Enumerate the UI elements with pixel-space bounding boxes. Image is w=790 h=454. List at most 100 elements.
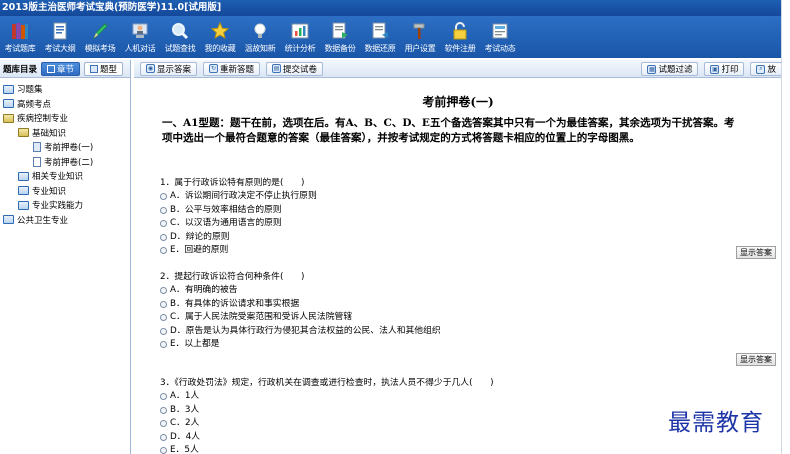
tab-label: 题型: [100, 64, 118, 75]
toolbar-review[interactable]: 温故知新: [240, 16, 280, 58]
option-text: D．辩论的原则: [170, 231, 230, 242]
tree-node[interactable]: 公共卫生专业: [0, 213, 130, 228]
tree-node[interactable]: 相关专业知识: [0, 169, 130, 184]
tab-chapters[interactable]: 章节: [41, 61, 81, 76]
toolbar-find[interactable]: 试题查找: [160, 16, 200, 58]
answer-option[interactable]: A．有明确的被告: [160, 284, 441, 298]
paper-title: 考前押卷(一): [422, 95, 494, 109]
filter-icon: ▦: [647, 64, 657, 74]
paper-content: 考前押卷(一) 一、A1型题：题干在前，选项在后。有A、B、C、D、E五个备选答…: [134, 79, 781, 454]
answer-option[interactable]: A．诉讼期间行政决定不停止执行原则: [160, 190, 317, 204]
toolbar-syllabus[interactable]: 考试大纲: [40, 16, 80, 58]
toolbar-label: 用户设置: [404, 44, 436, 53]
print-button[interactable]: ▣ 打印: [704, 62, 745, 76]
pencil-icon: [89, 20, 111, 42]
radio-button[interactable]: [160, 300, 167, 308]
folder-open-icon: [18, 128, 29, 138]
answer-option[interactable]: C．以汉语为通用语言的原则: [160, 217, 317, 231]
toolbar-label: 数据备份: [324, 44, 356, 53]
question-3: 3．《行政处罚法》规定，行政机关在调查或进行检查时，执法人员不得少于几人( ) A…: [160, 376, 494, 454]
answer-option[interactable]: B．有具体的诉讼请求和事实根据: [160, 298, 441, 312]
app-window: 2013版主治医师考试宝典(预防医学)11.0[试用版] 考试题库 考试大纲 模…: [0, 0, 782, 454]
radio-button[interactable]: [160, 393, 167, 401]
magnifier-icon: ⌕: [756, 64, 766, 74]
tab-question-types[interactable]: 题型: [84, 61, 124, 76]
toolbar-register[interactable]: 软件注册: [440, 16, 480, 58]
toolbar-mock-exam[interactable]: 模拟考场: [80, 16, 120, 58]
tree-node-label: 基础知识: [32, 128, 67, 139]
toolbar-restore[interactable]: 数据还原: [360, 16, 400, 58]
left-tabs: 题库目录 章节 题型: [0, 60, 130, 78]
radio-button[interactable]: [160, 193, 167, 201]
radio-button[interactable]: [160, 341, 167, 349]
show-answer-button[interactable]: ◉ 显示答案: [140, 61, 198, 76]
tree-node-label: 习题集: [17, 85, 43, 96]
answer-option[interactable]: D．4人: [160, 431, 494, 445]
toolbar-label: 考试题库: [4, 44, 36, 53]
tree-node[interactable]: 考前押卷(二): [0, 155, 130, 170]
tree-node[interactable]: 高频考点: [0, 97, 130, 112]
tree-node-label: 高频考点: [17, 99, 52, 110]
submit-icon: ▤: [272, 64, 282, 73]
answer-option[interactable]: E．5人: [160, 444, 494, 454]
question-1: 1．属于行政诉讼特有原则的是( ) A．诉讼期间行政决定不停止执行原则 B．公平与效…: [160, 176, 317, 258]
button-label: 试题过滤: [658, 65, 693, 75]
star-icon: [209, 20, 231, 42]
radio-button[interactable]: [160, 420, 167, 428]
answer-option[interactable]: E．以上都是: [160, 338, 441, 352]
show-answer-button[interactable]: 显示答案: [736, 353, 776, 366]
answer-option[interactable]: D．原告是认为具体行政行为侵犯其合法权益的公民、法人和其他组织: [160, 325, 441, 339]
toolbar-label: 统计分析: [284, 44, 316, 53]
document-icon: [33, 142, 41, 153]
toolbar-question-bank[interactable]: 考试题库: [0, 16, 40, 58]
answer-option[interactable]: E．回避的原则: [160, 244, 317, 258]
toolbar-user-settings[interactable]: 用户设置: [400, 16, 440, 58]
left-panel: 题库目录 章节 题型 习题集高频考点 疾病控制专业基础知识 考前押卷(一) 考前押卷(…: [0, 60, 131, 454]
answer-option[interactable]: A．1人: [160, 390, 494, 404]
option-text: B．3人: [170, 404, 200, 415]
answer-option[interactable]: C．2人: [160, 417, 494, 431]
tree-node[interactable]: 习题集: [0, 82, 130, 97]
folder-icon: [3, 99, 14, 109]
toolbar-backup[interactable]: 数据备份: [320, 16, 360, 58]
radio-button[interactable]: [160, 287, 167, 295]
filter-button[interactable]: ▦ 试题过滤: [641, 62, 699, 76]
radio-button[interactable]: [160, 247, 167, 255]
toolbar-exam-news[interactable]: 考试动态: [480, 16, 520, 58]
answer-option[interactable]: B．3人: [160, 404, 494, 418]
radio-button[interactable]: [160, 433, 167, 441]
toolbar-label: 我的收藏: [204, 44, 236, 53]
folder-icon: [18, 186, 29, 196]
tree-node[interactable]: 专业实践能力: [0, 198, 130, 213]
toolbar-label: 人机对话: [124, 44, 156, 53]
folder-open-icon: [3, 113, 14, 123]
radio-button[interactable]: [160, 327, 167, 335]
toolbar-label: 数据还原: [364, 44, 396, 53]
option-text: B．公平与效率相结合的原则: [170, 204, 282, 215]
toolbar-statistics[interactable]: 统计分析: [280, 16, 320, 58]
radio-button[interactable]: [160, 447, 167, 454]
option-text: D．4人: [170, 431, 200, 442]
tree-node[interactable]: 疾病控制专业: [0, 111, 130, 126]
answer-option[interactable]: C．属于人民法院受案范围和受诉人民法院管辖: [160, 311, 441, 325]
zoom-button[interactable]: ⌕ 放: [750, 62, 781, 76]
radio-button[interactable]: [160, 314, 167, 322]
reanswer-button[interactable]: ↻ 重新答题: [203, 61, 261, 76]
printer-icon: ▣: [710, 64, 720, 74]
bar-chart-icon: [289, 20, 311, 42]
toolbar-favorites[interactable]: 我的收藏: [200, 16, 240, 58]
folder-icon: [3, 215, 14, 225]
show-answer-button[interactable]: 显示答案: [736, 246, 776, 259]
tree-node[interactable]: 基础知识: [0, 126, 130, 141]
document-icon: [33, 156, 41, 167]
tree-node[interactable]: 专业知识: [0, 184, 130, 199]
tree-node[interactable]: 考前押卷(一): [0, 140, 130, 155]
submit-paper-button[interactable]: ▤ 提交试卷: [266, 61, 324, 76]
radio-button[interactable]: [160, 206, 167, 214]
radio-button[interactable]: [160, 220, 167, 228]
radio-button[interactable]: [160, 406, 167, 414]
radio-button[interactable]: [160, 233, 167, 241]
toolbar-dialogue[interactable]: 人机对话: [120, 16, 160, 58]
answer-option[interactable]: D．辩论的原则: [160, 231, 317, 245]
answer-option[interactable]: B．公平与效率相结合的原则: [160, 204, 317, 218]
